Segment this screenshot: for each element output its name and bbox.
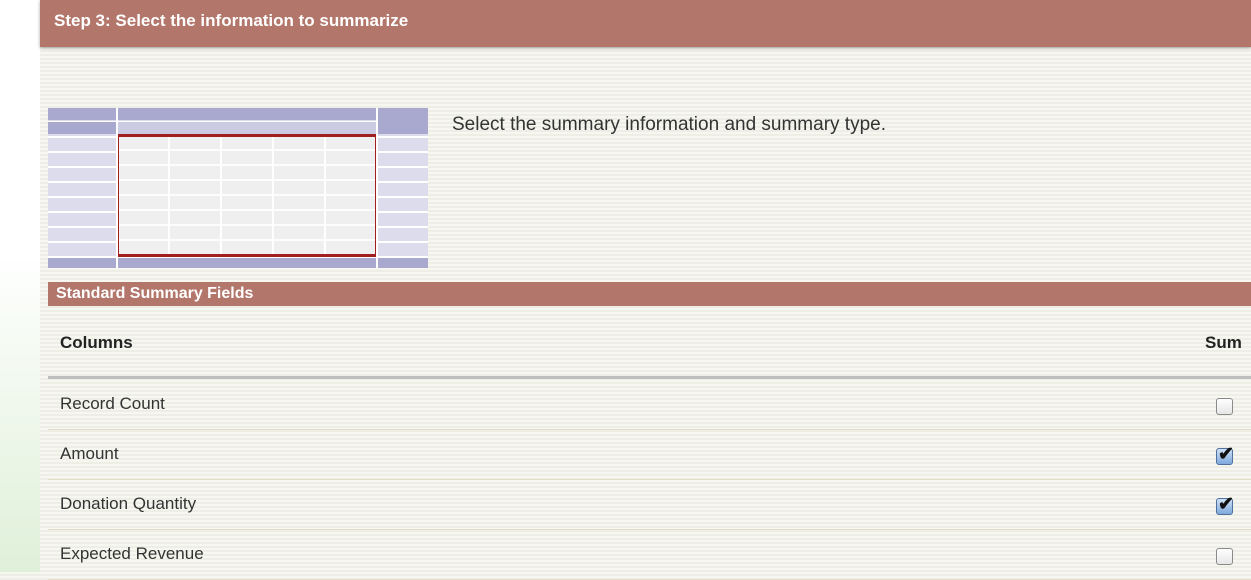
table-row: Record Count bbox=[48, 380, 1251, 430]
columns-header: Columns bbox=[60, 333, 133, 352]
row-label: Donation Quantity bbox=[60, 494, 197, 513]
left-strip bbox=[0, 0, 40, 572]
header-divider bbox=[48, 376, 1251, 379]
intro-text: Select the summary information and summa… bbox=[452, 114, 887, 135]
table-row: Expected Revenue bbox=[48, 530, 1251, 580]
section-bar: Standard Summary Fields bbox=[48, 282, 1251, 306]
sum-checkbox[interactable] bbox=[1216, 398, 1233, 415]
table-row: Amount ✔ bbox=[48, 430, 1251, 480]
thumb-header-cell bbox=[118, 122, 376, 134]
thumb-header-cell bbox=[48, 122, 116, 134]
sum-checkbox[interactable]: ✔ bbox=[1216, 444, 1234, 465]
sum-checkbox[interactable] bbox=[1216, 548, 1233, 565]
step-header: Step 3: Select the information to summar… bbox=[40, 0, 1251, 47]
table-row: Donation Quantity ✔ bbox=[48, 480, 1251, 530]
row-label: Record Count bbox=[60, 394, 165, 413]
thumb-separator bbox=[376, 108, 378, 268]
row-label: Expected Revenue bbox=[60, 544, 204, 563]
section-title: Standard Summary Fields bbox=[56, 285, 254, 302]
sum-header: Sum bbox=[1205, 333, 1242, 352]
checkmark-icon: ✔ bbox=[1218, 494, 1234, 515]
thumb-selection-frame bbox=[116, 134, 378, 257]
checkmark-icon: ✔ bbox=[1218, 444, 1234, 465]
step-title: Step 3: Select the information to summar… bbox=[54, 11, 409, 30]
thumb-separator bbox=[116, 108, 118, 268]
thumb-footer bbox=[48, 258, 428, 268]
sum-checkbox[interactable]: ✔ bbox=[1216, 494, 1234, 515]
thumb-header-cell bbox=[118, 108, 376, 120]
summary-thumbnail-graphic bbox=[48, 108, 428, 268]
thumb-header-cell bbox=[48, 108, 116, 120]
thumb-header-cell bbox=[378, 108, 428, 134]
left-glow bbox=[0, 252, 40, 572]
row-label: Amount bbox=[60, 444, 119, 463]
